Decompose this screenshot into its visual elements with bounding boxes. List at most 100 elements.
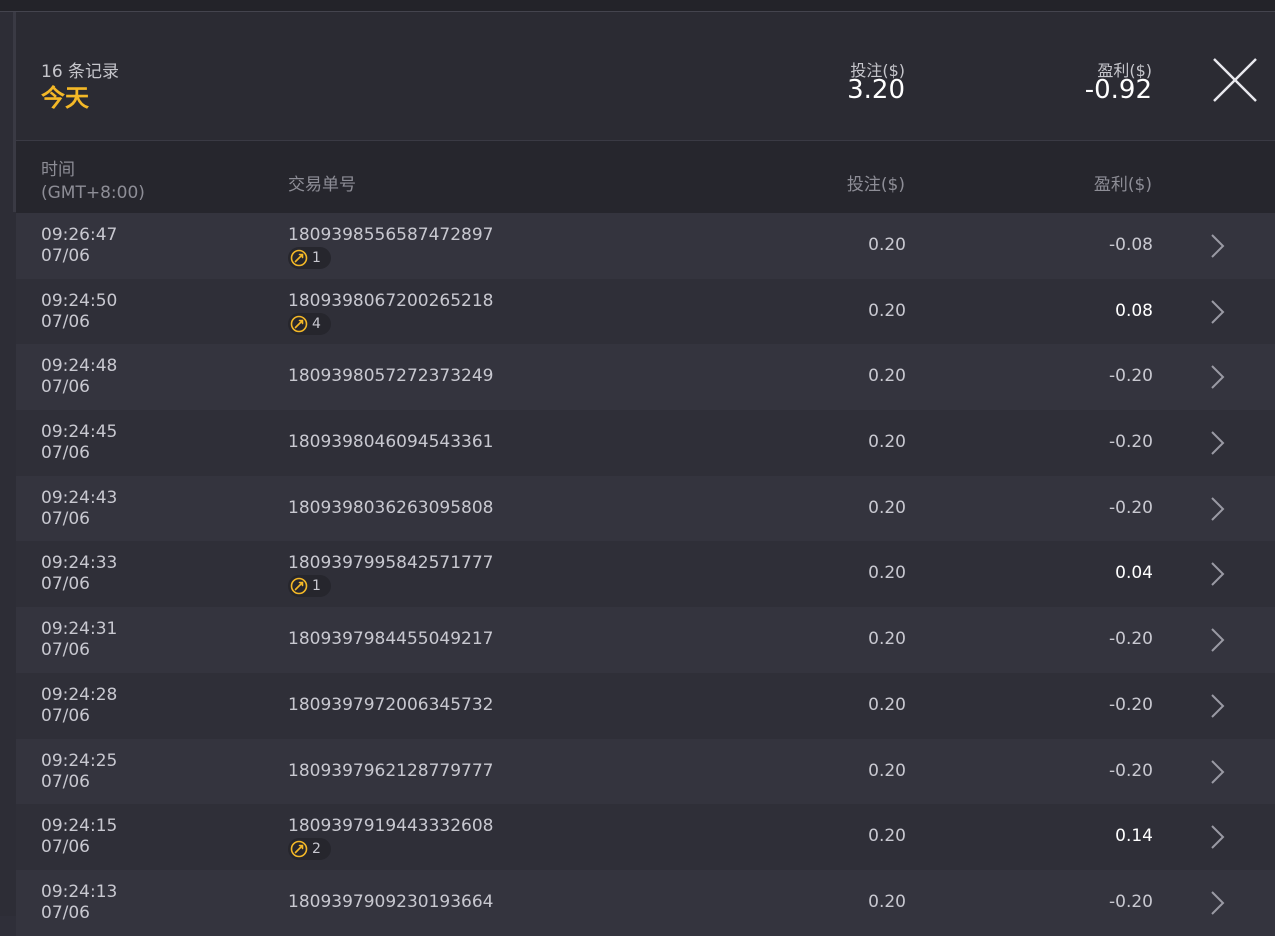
history-row[interactable]: 09:24:48 07/06 1809398057272373249 0.20 -0.2… xyxy=(16,344,1275,411)
row-bet: 0.20 xyxy=(868,760,906,781)
free-game-badge: 1 xyxy=(288,575,331,598)
badge-icon xyxy=(290,315,308,332)
row-date: 07/06 xyxy=(41,377,90,398)
chevron-right-icon xyxy=(1211,497,1225,521)
chevron-right-icon xyxy=(1211,694,1225,718)
history-row[interactable]: 09:24:13 07/06 1809397909230193664 0.20 -0.2… xyxy=(16,869,1275,936)
history-list: 09:26:47 07/06 1809398556587472897 1 0.20 -0.… xyxy=(16,213,1275,936)
row-date: 07/06 xyxy=(41,771,90,792)
row-profit: -0.20 xyxy=(1109,497,1153,518)
free-game-badge: 2 xyxy=(288,838,331,861)
row-order-id: 1809398067200265218 xyxy=(288,290,494,311)
row-time: 09:24:28 xyxy=(41,684,118,705)
row-bet: 0.20 xyxy=(868,366,906,387)
history-row[interactable]: 09:24:28 07/06 1809397972006345732 0.20 -0.2… xyxy=(16,672,1275,739)
free-game-badge: 1 xyxy=(288,247,331,269)
row-bet: 0.20 xyxy=(868,497,906,518)
row-bet: 0.20 xyxy=(868,891,906,912)
row-time: 09:24:45 xyxy=(41,422,118,443)
history-row[interactable]: 09:26:47 07/06 1809398556587472897 1 0.20 -0.… xyxy=(16,213,1275,279)
row-profit: -0.20 xyxy=(1109,366,1153,387)
row-order-id: 1809398556587472897 xyxy=(288,225,494,245)
chevron-right-icon xyxy=(1211,891,1225,915)
row-time: 09:24:50 xyxy=(41,290,118,311)
row-bet: 0.20 xyxy=(868,563,906,584)
row-date: 07/06 xyxy=(41,837,90,858)
badge-count: 4 xyxy=(312,315,321,332)
row-bet: 0.20 xyxy=(868,235,906,255)
close-icon xyxy=(1213,58,1257,102)
row-profit: 0.14 xyxy=(1115,826,1153,847)
row-order-id: 1809398057272373249 xyxy=(288,366,494,387)
row-bet: 0.20 xyxy=(868,300,906,321)
history-row[interactable]: 09:24:43 07/06 1809398036263095808 0.20 -0.2… xyxy=(16,475,1275,542)
history-row[interactable]: 09:24:33 07/06 1809397995842571777 1 0.20 0.0… xyxy=(16,541,1275,608)
free-game-badge: 4 xyxy=(288,312,331,335)
row-date: 07/06 xyxy=(41,574,90,595)
row-profit: -0.20 xyxy=(1109,694,1153,715)
row-order-id: 1809397995842571777 xyxy=(288,553,494,574)
row-profit: -0.08 xyxy=(1109,235,1153,255)
row-order-id: 1809398046094543361 xyxy=(288,432,494,453)
row-time: 09:24:13 xyxy=(41,881,118,902)
top-bar xyxy=(0,0,1275,12)
row-time: 09:24:48 xyxy=(41,356,118,377)
row-time: 09:24:33 xyxy=(41,553,118,574)
row-time: 09:24:31 xyxy=(41,619,118,640)
row-order-id: 1809397984455049217 xyxy=(288,629,494,650)
row-profit: 0.04 xyxy=(1115,563,1153,584)
row-profit: -0.20 xyxy=(1109,760,1153,781)
row-date: 07/06 xyxy=(41,311,90,332)
row-date: 07/06 xyxy=(41,443,90,464)
chevron-right-icon xyxy=(1211,299,1225,324)
bet-history-panel: 16 条记录 今天 投注($) 3.20 盈利($) -0.92 时间 (GMT… xyxy=(16,12,1275,936)
chevron-right-icon xyxy=(1211,628,1225,652)
row-profit: -0.20 xyxy=(1109,629,1153,650)
row-profit: 0.08 xyxy=(1115,300,1153,321)
column-order-id: 交易单号 xyxy=(288,175,356,195)
row-date: 07/06 xyxy=(41,508,90,529)
chevron-right-icon xyxy=(1211,431,1225,455)
row-order-id: 1809397919443332608 xyxy=(288,816,494,837)
bet-total-value: 3.20 xyxy=(847,75,905,105)
history-row[interactable]: 09:24:25 07/06 1809397962128779777 0.20 -0.2… xyxy=(16,738,1275,805)
badge-icon xyxy=(290,249,308,267)
row-time: 09:24:15 xyxy=(41,816,118,837)
row-bet: 0.20 xyxy=(868,629,906,650)
badge-count: 1 xyxy=(312,578,321,595)
period-label: 今天 xyxy=(41,84,89,112)
chevron-right-icon xyxy=(1211,365,1225,390)
close-button[interactable] xyxy=(1211,56,1259,104)
profit-total-value: -0.92 xyxy=(1084,75,1152,105)
row-order-id: 1809398036263095808 xyxy=(288,497,494,518)
history-row[interactable]: 09:24:45 07/06 1809398046094543361 0.20 -0.2… xyxy=(16,410,1275,476)
row-order-id: 1809397962128779777 xyxy=(288,760,494,781)
chevron-right-icon xyxy=(1211,825,1225,849)
row-order-id: 1809397972006345732 xyxy=(288,694,494,715)
badge-count: 2 xyxy=(312,841,321,858)
row-date: 07/06 xyxy=(41,640,90,661)
row-bet: 0.20 xyxy=(868,694,906,715)
history-row[interactable]: 09:24:31 07/06 1809397984455049217 0.20 -0.2… xyxy=(16,607,1275,673)
badge-icon xyxy=(290,578,308,595)
row-bet: 0.20 xyxy=(868,826,906,847)
chevron-right-icon xyxy=(1211,759,1225,784)
column-header: 时间 (GMT+8:00) 交易单号 投注($) 盈利($) xyxy=(16,141,1275,213)
badge-count: 1 xyxy=(312,250,321,266)
column-bet: 投注($) xyxy=(846,175,905,195)
row-profit: -0.20 xyxy=(1109,891,1153,912)
column-time: 时间 xyxy=(41,160,75,180)
row-date: 07/06 xyxy=(41,246,90,266)
row-profit: -0.20 xyxy=(1109,432,1153,453)
history-row[interactable]: 09:24:15 07/06 1809397919443332608 2 0.20 0.1… xyxy=(16,804,1275,870)
chevron-right-icon xyxy=(1211,562,1225,587)
chevron-right-icon xyxy=(1211,234,1225,258)
column-timezone: (GMT+8:00) xyxy=(41,183,145,203)
column-profit: 盈利($) xyxy=(1093,175,1152,195)
row-time: 09:24:25 xyxy=(41,750,118,771)
row-date: 07/06 xyxy=(41,902,90,923)
row-time: 09:24:43 xyxy=(41,487,118,508)
row-order-id: 1809397909230193664 xyxy=(288,891,494,912)
row-bet: 0.20 xyxy=(868,432,906,453)
history-row[interactable]: 09:24:50 07/06 1809398067200265218 4 0.20 0.0… xyxy=(16,278,1275,345)
